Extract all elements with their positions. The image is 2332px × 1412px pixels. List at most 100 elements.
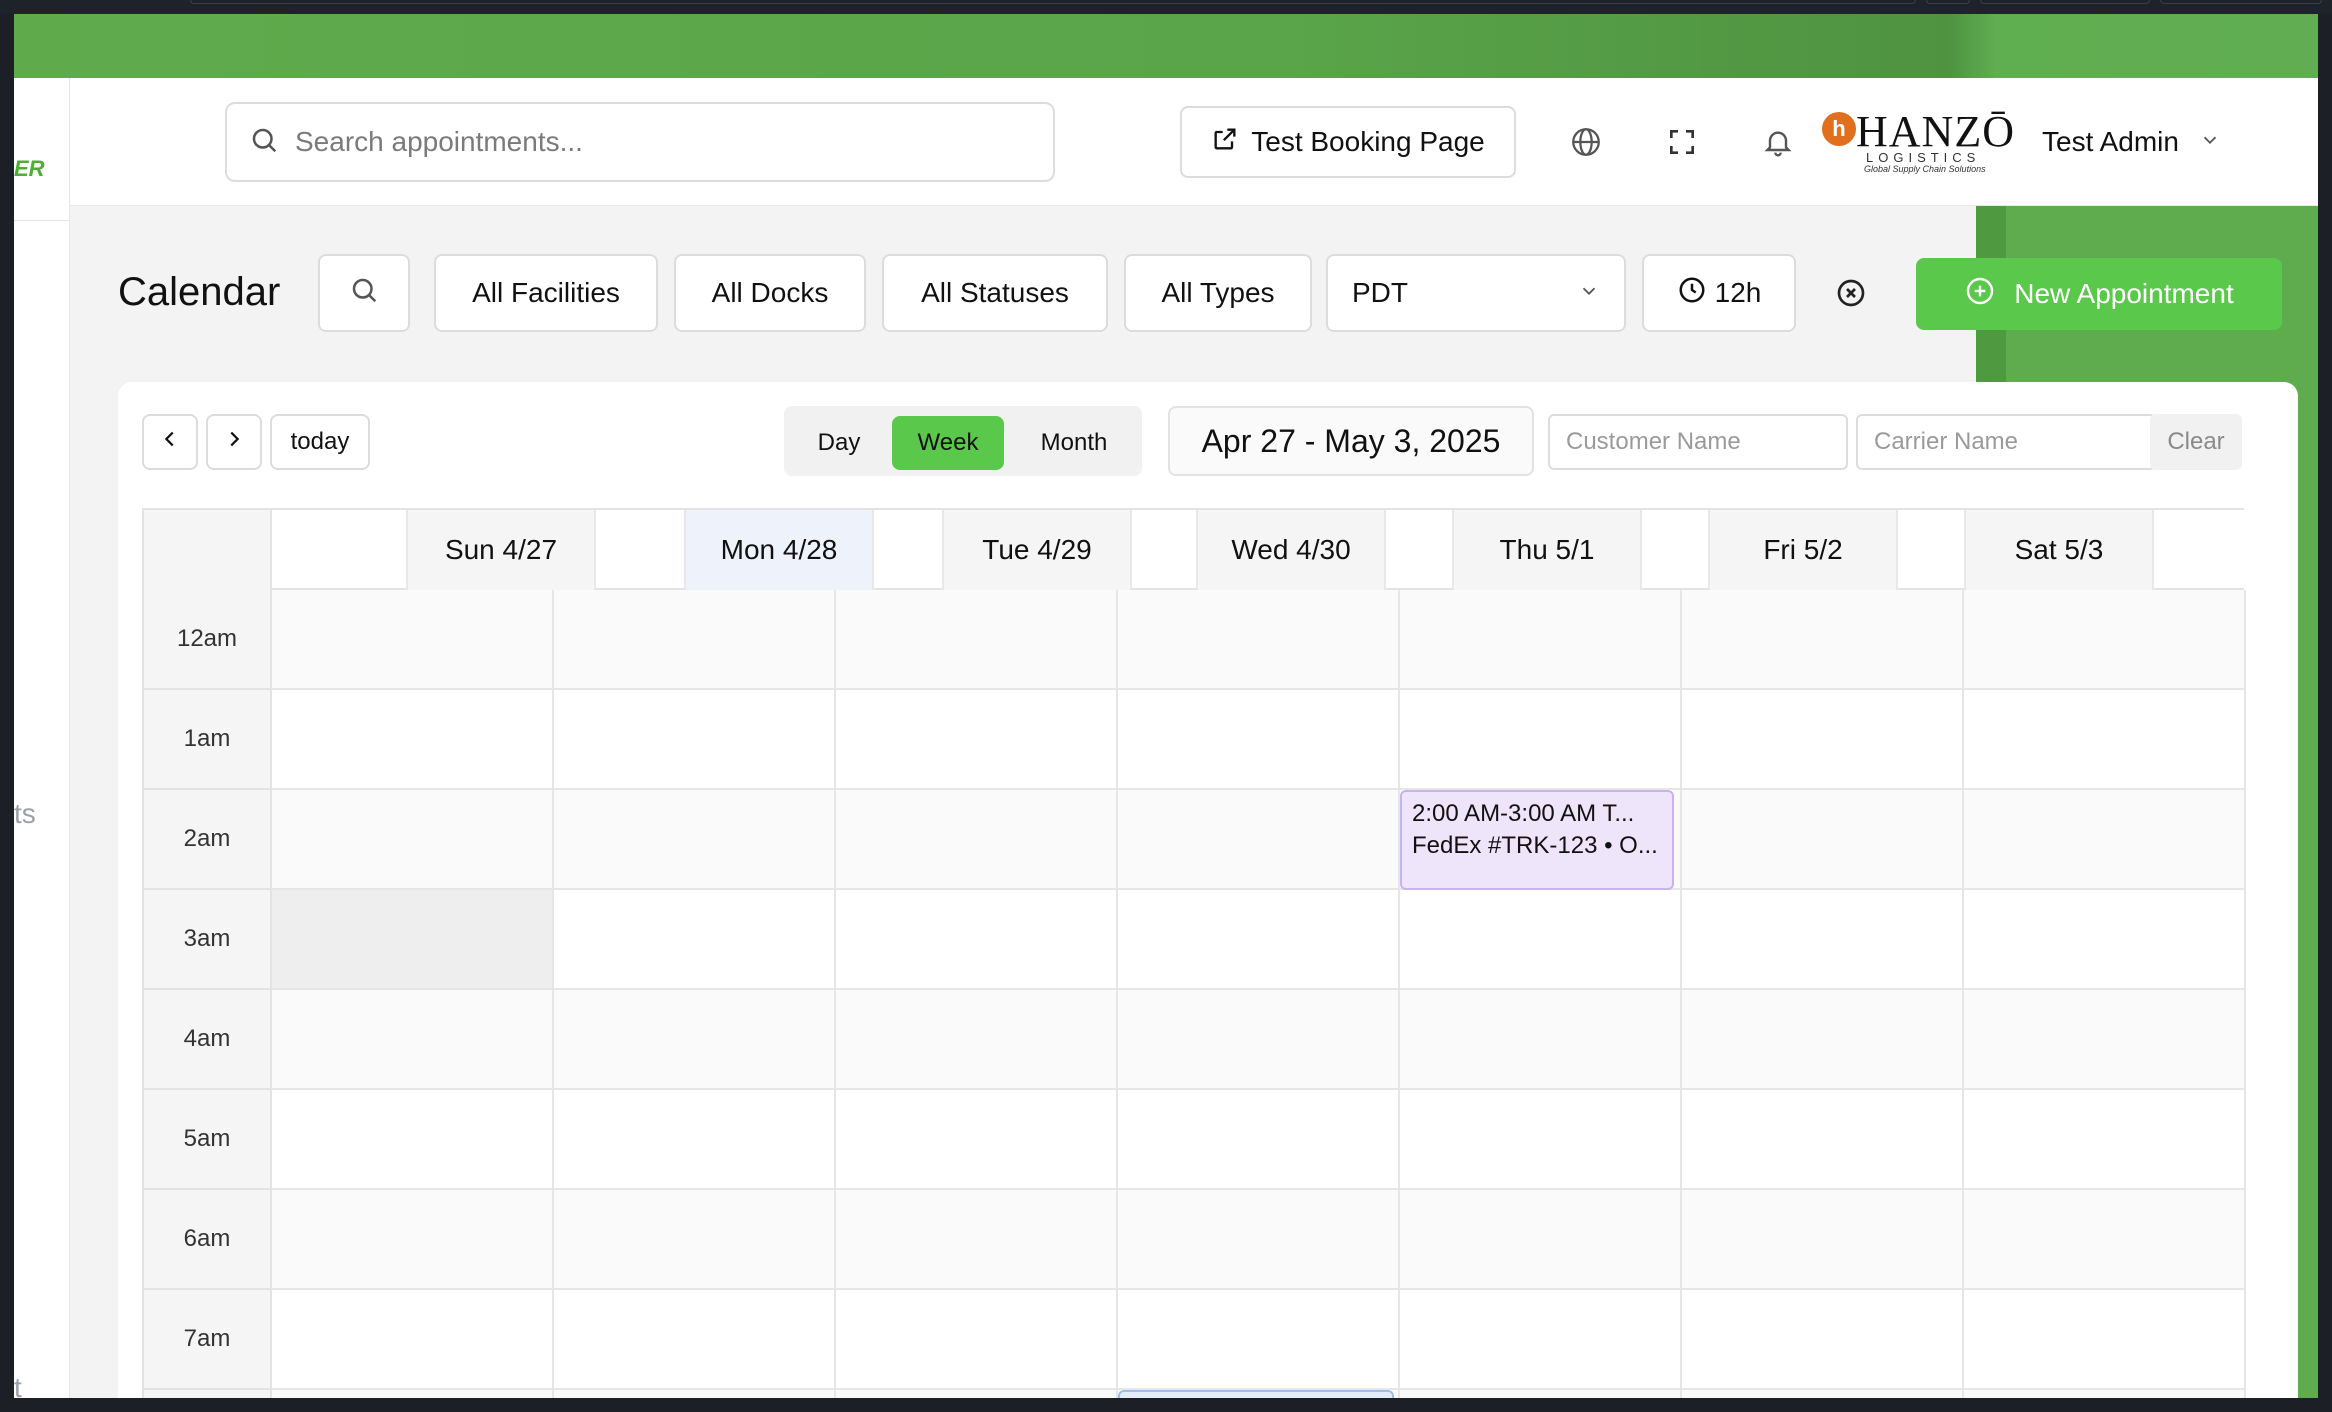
search-icon	[249, 125, 279, 160]
time-slot-cell[interactable]	[272, 1290, 554, 1390]
types-filter[interactable]: All Types	[1124, 254, 1312, 332]
next-week-button[interactable]	[206, 414, 262, 470]
time-slot-cell[interactable]	[1682, 1290, 1964, 1390]
day-header[interactable]: Tue 4/29	[942, 510, 1132, 590]
view-month-button[interactable]: Month	[1012, 416, 1136, 470]
time-slot-cell[interactable]	[836, 1190, 1118, 1290]
user-menu[interactable]: Test Admin	[2042, 106, 2221, 178]
day-header[interactable]: Wed 4/30	[1196, 510, 1386, 590]
appointment-event[interactable]: 8:00 AM-12:00 PM	[1118, 1390, 1394, 1398]
statuses-filter[interactable]: All Statuses	[882, 254, 1108, 332]
facilities-filter[interactable]: All Facilities	[434, 254, 658, 332]
time-slot-cell[interactable]	[272, 1090, 554, 1190]
search-box[interactable]	[225, 102, 1055, 182]
time-slot-cell[interactable]	[554, 1290, 836, 1390]
day-header[interactable]: Fri 5/2	[1708, 510, 1898, 590]
sidebar-brand-fragment[interactable]: ER	[14, 156, 45, 182]
view-week-button[interactable]: Week	[892, 416, 1004, 470]
time-slot-cell[interactable]	[1964, 1090, 2246, 1190]
time-slot-cell[interactable]	[836, 1090, 1118, 1190]
fullscreen-icon[interactable]	[1662, 122, 1702, 162]
time-slot-cell[interactable]	[1118, 590, 1400, 690]
time-slot-cell[interactable]	[1118, 1090, 1400, 1190]
clear-button[interactable]: Clear	[2150, 414, 2242, 470]
time-slot-cell[interactable]	[1682, 1090, 1964, 1190]
customer-name-input[interactable]	[1548, 414, 1848, 470]
time-slot-cell[interactable]	[272, 890, 554, 990]
carrier-name-input[interactable]	[1856, 414, 2156, 470]
sidebar-item-fragment-bottom[interactable]: t	[14, 1372, 22, 1398]
new-appointment-button[interactable]: New Appointment	[1916, 258, 2282, 330]
time-slot-cell[interactable]	[1964, 790, 2246, 890]
time-slot-cell[interactable]	[554, 1190, 836, 1290]
bell-icon[interactable]	[1758, 122, 1798, 162]
docks-filter[interactable]: All Docks	[674, 254, 866, 332]
time-slot-cell[interactable]	[272, 1390, 554, 1398]
time-slot-cell[interactable]	[1400, 1090, 1682, 1190]
appointment-event[interactable]: 2:00 AM-3:00 AM T... FedEx #TRK-123 • O..…	[1400, 790, 1674, 890]
time-slot-cell[interactable]	[1964, 1390, 2246, 1398]
time-slot-cell[interactable]	[1964, 1190, 2246, 1290]
view-day-button[interactable]: Day	[794, 416, 884, 470]
time-slot-cell[interactable]	[1682, 990, 1964, 1090]
time-slot-cell[interactable]	[836, 690, 1118, 790]
time-slot-cell[interactable]	[554, 990, 836, 1090]
time-slot-cell[interactable]	[1682, 1190, 1964, 1290]
time-slot-cell[interactable]	[272, 590, 554, 690]
time-slot-cell[interactable]	[272, 690, 554, 790]
time-slot-cell[interactable]	[272, 1190, 554, 1290]
search-input[interactable]	[295, 126, 1015, 158]
clear-filters-icon[interactable]	[1834, 276, 1868, 310]
time-slot-cell[interactable]	[554, 890, 836, 990]
time-slot-cell[interactable]	[1400, 1290, 1682, 1390]
time-slot-cell[interactable]	[1118, 990, 1400, 1090]
day-header[interactable]: Mon 4/28	[684, 510, 874, 590]
time-slot-cell[interactable]	[1964, 1290, 2246, 1390]
time-slot-cell[interactable]	[1964, 990, 2246, 1090]
time-slot-cell[interactable]	[554, 1390, 836, 1398]
globe-icon[interactable]	[1566, 122, 1606, 162]
time-slot-cell[interactable]	[1400, 1190, 1682, 1290]
time-slot-cell[interactable]	[554, 1090, 836, 1190]
time-slot-cell[interactable]	[272, 790, 554, 890]
time-slot-cell[interactable]	[554, 690, 836, 790]
time-slot-cell[interactable]	[836, 790, 1118, 890]
time-slot-cell[interactable]	[554, 590, 836, 690]
time-slot-cell[interactable]	[1118, 1190, 1400, 1290]
time-slot-cell[interactable]	[272, 990, 554, 1090]
top-header: Test Booking Page h HANZŌ LOGISTICS Glob…	[70, 78, 2318, 206]
time-slot-cell[interactable]	[1400, 890, 1682, 990]
time-slot-cell[interactable]	[1118, 790, 1400, 890]
test-booking-page-button[interactable]: Test Booking Page	[1180, 106, 1516, 178]
time-slot-cell[interactable]	[1400, 1390, 1682, 1398]
time-slot-cell[interactable]	[1964, 890, 2246, 990]
time-slot-cell[interactable]	[1682, 590, 1964, 690]
time-slot-cell[interactable]	[836, 890, 1118, 990]
sidebar-item-fragment[interactable]: ts	[14, 798, 36, 830]
time-slot-cell[interactable]	[1964, 590, 2246, 690]
time-slot-cell[interactable]	[1400, 690, 1682, 790]
time-slot-cell[interactable]	[1118, 1290, 1400, 1390]
time-slot-cell[interactable]	[1682, 690, 1964, 790]
time-format-toggle[interactable]: 12h	[1642, 254, 1796, 332]
day-header[interactable]: Sat 5/3	[1964, 510, 2154, 590]
calendar-search-button[interactable]	[318, 254, 410, 332]
time-slot-cell[interactable]	[1682, 890, 1964, 990]
prev-week-button[interactable]	[142, 414, 198, 470]
time-slot-cell[interactable]	[1118, 890, 1400, 990]
day-header[interactable]: Thu 5/1	[1452, 510, 1642, 590]
time-slot-cell[interactable]	[836, 990, 1118, 1090]
time-slot-cell[interactable]	[836, 590, 1118, 690]
today-button[interactable]: today	[270, 414, 370, 470]
time-slot-cell[interactable]	[1682, 790, 1964, 890]
time-slot-cell[interactable]	[836, 1290, 1118, 1390]
timezone-select[interactable]: PDT	[1326, 254, 1626, 332]
time-slot-cell[interactable]	[836, 1390, 1118, 1398]
day-header[interactable]: Sun 4/27	[406, 510, 596, 590]
time-slot-cell[interactable]	[554, 790, 836, 890]
time-slot-cell[interactable]	[1118, 690, 1400, 790]
time-slot-cell[interactable]	[1964, 690, 2246, 790]
time-slot-cell[interactable]	[1400, 590, 1682, 690]
time-slot-cell[interactable]	[1400, 990, 1682, 1090]
time-slot-cell[interactable]	[1682, 1390, 1964, 1398]
